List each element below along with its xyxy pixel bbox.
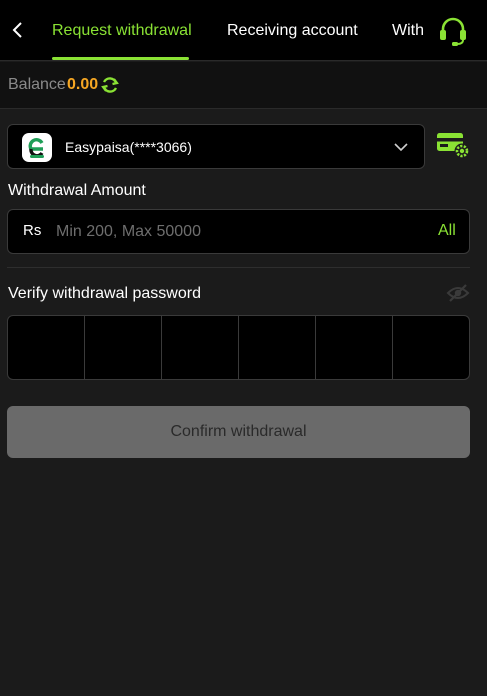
currency-symbol: Rs [23,222,42,239]
active-tab-indicator [52,57,189,60]
balance-value: 0.00 [67,76,99,93]
eye-off-icon [446,284,470,302]
withdrawal-amount-label: Withdrawal Amount [8,182,146,199]
card-settings-icon [437,133,470,159]
manage-card-button[interactable] [436,131,470,159]
headset-icon [440,17,466,46]
chevron-left-icon [12,22,22,38]
balance-label: Balance [8,76,66,93]
customer-support-button[interactable] [437,15,469,47]
back-button[interactable] [6,16,28,44]
pin-digit-4[interactable] [239,316,316,379]
easypaisa-logo-mark [28,137,44,158]
pin-digit-5[interactable] [316,316,393,379]
toggle-password-visibility-button[interactable] [446,282,470,304]
all-amount-button[interactable]: All [438,222,456,240]
easypaisa-logo [22,133,52,162]
pin-digit-3[interactable] [162,316,239,379]
tab-bar: Request withdrawal Receiving account Wit… [40,0,424,61]
withdrawal-amount-input[interactable] [56,216,416,248]
receiving-account-dropdown[interactable]: Easypaisa(****3066) [7,124,425,169]
withdrawal-amount-field: Rs All [7,209,470,254]
tab-receiving-account[interactable]: Receiving account [227,0,358,61]
account-name: Easypaisa(****3066) [65,139,192,155]
tab-request-withdrawal[interactable]: Request withdrawal [52,0,192,61]
pin-digit-6[interactable] [393,316,469,379]
refresh-icon [101,77,119,93]
top-navigation-bar: Request withdrawal Receiving account Wit… [0,0,487,61]
pin-digit-2[interactable] [85,316,162,379]
refresh-balance-button[interactable] [101,75,119,95]
section-divider [7,267,470,268]
pin-digit-1[interactable] [8,316,85,379]
tab-withdrawal-records[interactable]: Withdrawal records [392,0,424,61]
balance-bar: Balance 0.00 [0,62,487,109]
password-pin-input [7,315,470,380]
confirm-withdrawal-button[interactable]: Confirm withdrawal [7,406,470,458]
verify-password-label: Verify withdrawal password [8,285,201,302]
chevron-down-icon [394,143,408,152]
